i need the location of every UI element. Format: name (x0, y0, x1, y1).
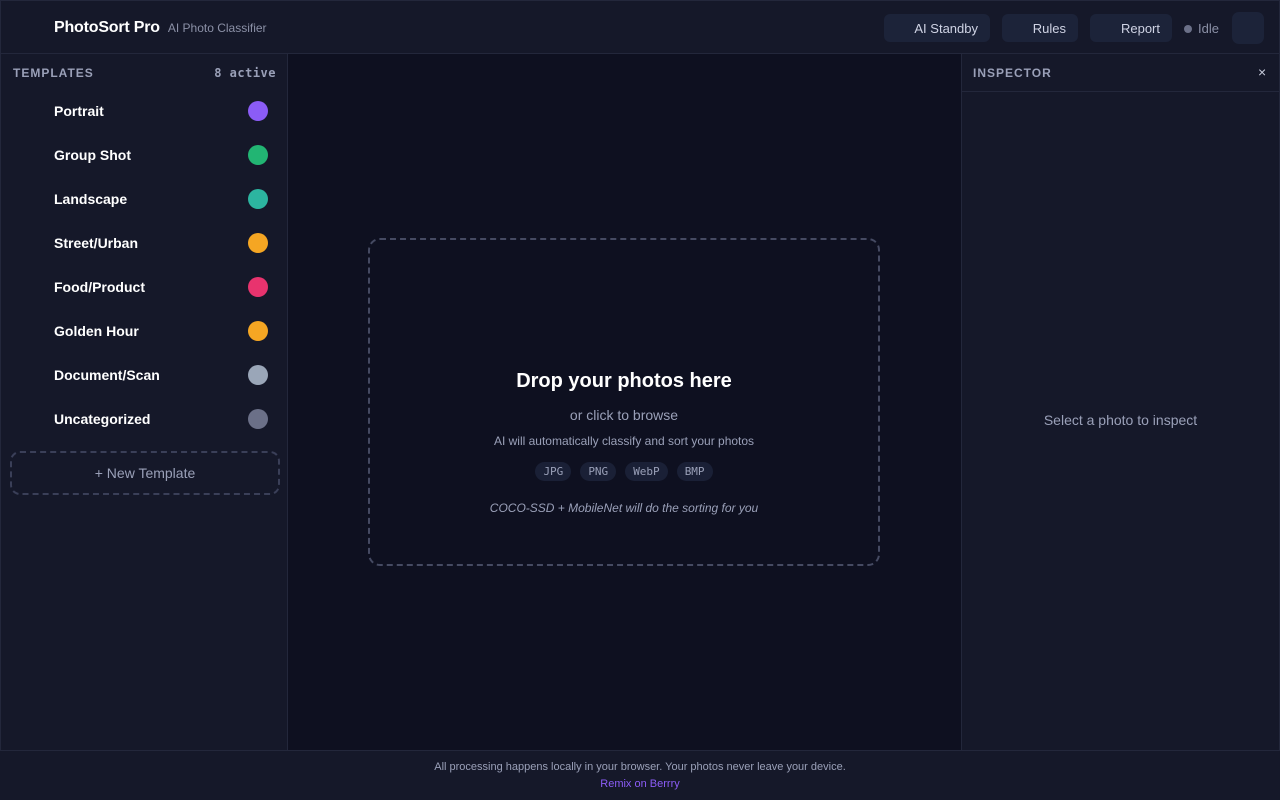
close-icon[interactable]: × (1258, 64, 1266, 80)
templates-header: TEMPLATES 8 active (13, 66, 276, 80)
main-area: Drop your photos here or click to browse… (288, 54, 961, 750)
template-label: Document/Scan (54, 367, 160, 383)
dropzone-title: Drop your photos here (516, 370, 732, 392)
dropzone-browse-text: or click to browse (569, 407, 679, 423)
template-label: Portrait (54, 103, 104, 119)
template-color-dot (248, 321, 268, 341)
template-color-dot (248, 233, 268, 253)
ai-standby-button[interactable]: AI Standby (884, 14, 990, 42)
format-badge: WebP (625, 462, 668, 481)
template-label: Group Shot (54, 147, 131, 163)
template-item[interactable]: Landscape (10, 179, 280, 219)
menu-button[interactable] (1232, 12, 1264, 44)
templates-heading: TEMPLATES (13, 66, 94, 80)
dropzone-description: AI will automatically classify and sort … (493, 434, 755, 448)
app-title: PhotoSort Pro (54, 19, 160, 36)
rules-button[interactable]: Rules (1002, 14, 1078, 42)
template-color-dot (248, 145, 268, 165)
template-color-dot (248, 365, 268, 385)
template-color-dot (248, 101, 268, 121)
format-badge: JPG (535, 462, 572, 481)
template-color-dot (248, 409, 268, 429)
inspector-panel: INSPECTOR × Select a photo to inspect (961, 54, 1280, 750)
inspector-title: INSPECTOR (973, 66, 1052, 80)
template-label: Food/Product (54, 279, 145, 295)
status-dot (1184, 24, 1192, 33)
template-label: Golden Hour (54, 323, 139, 339)
template-label: Landscape (54, 191, 128, 207)
format-badge: BMP (676, 462, 713, 481)
status-label: Idle (1198, 21, 1219, 36)
templates-sidebar: TEMPLATES 8 active Portrait Group Shot Lan… (0, 54, 288, 750)
app-subtitle: AI Photo Classifier (167, 21, 267, 35)
template-item[interactable]: Group Shot (10, 135, 280, 175)
inspector-header: INSPECTOR × (962, 54, 1279, 92)
privacy-note: All processing happens locally in your b… (434, 761, 846, 773)
footer: All processing happens locally in your b… (0, 750, 1280, 800)
template-item[interactable]: Document/Scan (10, 355, 280, 395)
templates-active-count: 8 active (214, 66, 276, 80)
report-button[interactable]: Report (1090, 14, 1172, 42)
template-color-dot (248, 189, 268, 209)
template-item[interactable]: Uncategorized (10, 399, 280, 439)
template-item[interactable]: Golden Hour (10, 311, 280, 351)
format-list: JPG PNG WebP BMP (370, 462, 878, 481)
template-item[interactable]: Portrait (10, 91, 280, 131)
app-header: PhotoSort Pro AI Photo Classifier AI Sta… (0, 0, 1280, 54)
template-item[interactable]: Food/Product (10, 267, 280, 307)
template-item[interactable]: Street/Urban (10, 223, 280, 263)
dropzone-note: COCO-SSD + MobileNet will do the sorting… (489, 501, 759, 515)
photo-dropzone[interactable]: Drop your photos here or click to browse… (368, 238, 880, 566)
remix-link[interactable]: Remix on Berrry (0, 778, 1280, 790)
template-color-dot (248, 277, 268, 297)
status-indicator: Idle (1184, 21, 1219, 36)
template-label: Street/Urban (54, 235, 139, 251)
format-badge: PNG (580, 462, 617, 481)
brand: PhotoSort Pro AI Photo Classifier (54, 19, 267, 37)
template-label: Uncategorized (54, 411, 151, 427)
new-template-button[interactable]: + New Template (10, 451, 280, 495)
inspector-empty-state: Select a photo to inspect (1043, 412, 1198, 428)
